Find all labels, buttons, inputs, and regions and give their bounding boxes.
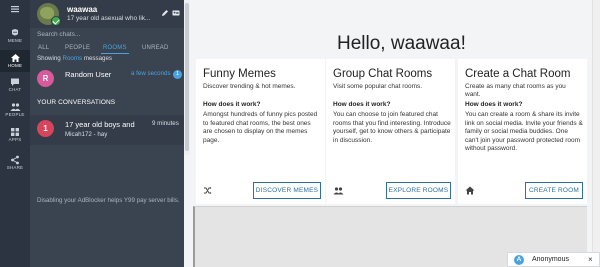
tab-people[interactable]: PEOPLE bbox=[65, 42, 90, 54]
rail-item-people[interactable]: PEOPLE bbox=[0, 102, 30, 120]
list-item-conversation[interactable]: 1 17 year old boys and Micah172 - hay 9 … bbox=[30, 115, 184, 145]
rail-label-home: HOME bbox=[7, 63, 23, 68]
profile-name: waawaa bbox=[67, 5, 98, 14]
create-room-button[interactable]: CREATE ROOM bbox=[525, 182, 583, 199]
card-subtitle: Visit some popular chat rooms. bbox=[333, 83, 423, 90]
card-subtitle: Discover trending & hot memes. bbox=[203, 83, 296, 90]
rail-item-home[interactable]: HOME bbox=[0, 50, 30, 72]
online-check-icon bbox=[51, 16, 61, 26]
conversation-last-message: Micah172 - hay bbox=[65, 131, 108, 138]
anonymous-avatar: A bbox=[514, 255, 524, 265]
profile-bio: 17 year old asexual who lik... bbox=[67, 15, 151, 22]
home-icon bbox=[465, 186, 475, 195]
shuffle-icon bbox=[204, 187, 212, 194]
showing-highlight[interactable]: Rooms bbox=[62, 55, 82, 62]
card-group-chat-rooms: Group Chat Rooms Visit some popular chat… bbox=[326, 59, 455, 204]
card-how-heading: How does it work? bbox=[203, 101, 261, 108]
rail-label-meme: MEME bbox=[7, 38, 23, 43]
menu-button[interactable] bbox=[0, 4, 30, 18]
rail-label-apps: APPS bbox=[8, 137, 22, 142]
conversation-title: Random User bbox=[65, 70, 112, 79]
card-create-chat-room: Create a Chat Room Create as many chat r… bbox=[458, 59, 587, 204]
card-title: Funny Memes bbox=[203, 68, 276, 80]
chat-panel: waawaa 17 year old asexual who lik... Se… bbox=[30, 0, 184, 267]
showing-suffix: messages bbox=[83, 55, 113, 62]
profile-header: waawaa 17 year old asexual who lik... bbox=[30, 0, 184, 28]
rail-item-share[interactable]: SHARE bbox=[0, 155, 30, 173]
card-how-heading: How does it work? bbox=[333, 101, 391, 108]
close-icon[interactable]: × bbox=[588, 255, 593, 265]
profile-card-icon[interactable] bbox=[172, 9, 180, 17]
discover-memes-button[interactable]: DISCOVER MEMES bbox=[253, 182, 321, 199]
adblock-notice: Disabling your AdBlocker helps Y99 pay s… bbox=[37, 197, 180, 204]
conversation-time: 9 minutes bbox=[152, 120, 179, 127]
card-funny-memes: Funny Memes Discover trending & hot meme… bbox=[196, 59, 325, 204]
card-title: Group Chat Rooms bbox=[333, 68, 433, 80]
search-input[interactable]: Search chats... bbox=[30, 28, 184, 42]
section-title: YOUR CONVERSATIONS bbox=[37, 99, 116, 106]
card-title: Create a Chat Room bbox=[465, 68, 571, 80]
tab-all[interactable]: ALL bbox=[38, 42, 49, 54]
page-title: Hello, waawaa! bbox=[337, 33, 466, 54]
anonymous-chat-chip[interactable]: A Anonymous × bbox=[507, 252, 600, 267]
explore-rooms-button[interactable]: EXPLORE ROOMS bbox=[386, 182, 451, 199]
main-scrollbar[interactable] bbox=[592, 0, 600, 267]
card-subtitle: Create as many chat rooms as you want. bbox=[465, 83, 566, 98]
apps-icon bbox=[11, 128, 19, 136]
showing-prefix: Showing bbox=[37, 55, 61, 62]
conversation-title: 17 year old boys and bbox=[65, 120, 135, 129]
menu-icon bbox=[11, 6, 19, 13]
anonymous-name: Anonymous bbox=[532, 256, 569, 263]
conversation-time: a few seconds bbox=[131, 70, 171, 77]
card-body: You can create a room & share its invite… bbox=[465, 111, 583, 153]
rail-label-people: PEOPLE bbox=[5, 112, 25, 117]
rail-item-meme[interactable]: MEME bbox=[0, 28, 30, 46]
tab-unread[interactable]: UNREAD bbox=[142, 42, 169, 54]
icon-rail: MEME HOME CHAT PEOPLE APPS SHARE bbox=[0, 0, 30, 267]
unread-badge: 1 bbox=[173, 70, 182, 79]
rail-label-share: SHARE bbox=[6, 165, 24, 170]
conversation-avatar: R bbox=[37, 70, 54, 87]
rail-label-chat: CHAT bbox=[8, 87, 22, 92]
showing-filter-text: Showing Rooms messages bbox=[37, 55, 112, 62]
chat-tabs: ALL PEOPLE ROOMS UNREAD bbox=[30, 42, 184, 54]
card-body: Amongst hundreds of funny pics posted to… bbox=[203, 111, 318, 144]
tab-rooms[interactable]: ROOMS bbox=[101, 42, 129, 54]
edit-pencil-icon[interactable] bbox=[161, 9, 169, 17]
group-icon bbox=[333, 187, 344, 195]
people-icon bbox=[10, 103, 20, 111]
main-content: Hello, waawaa! Funny Memes Discover tren… bbox=[190, 0, 600, 267]
chat-icon bbox=[11, 78, 19, 86]
list-item-random-user[interactable]: R Random User a few seconds 1 bbox=[30, 67, 184, 91]
rail-item-chat[interactable]: CHAT bbox=[0, 77, 30, 95]
meme-icon bbox=[12, 29, 18, 36]
card-how-heading: How does it work? bbox=[465, 101, 523, 108]
conversation-avatar: 1 bbox=[37, 120, 54, 137]
rail-item-apps[interactable]: APPS bbox=[0, 127, 30, 145]
home-icon bbox=[10, 54, 20, 62]
card-body: You can choose to join featured chat roo… bbox=[333, 111, 451, 144]
share-icon bbox=[11, 155, 19, 165]
